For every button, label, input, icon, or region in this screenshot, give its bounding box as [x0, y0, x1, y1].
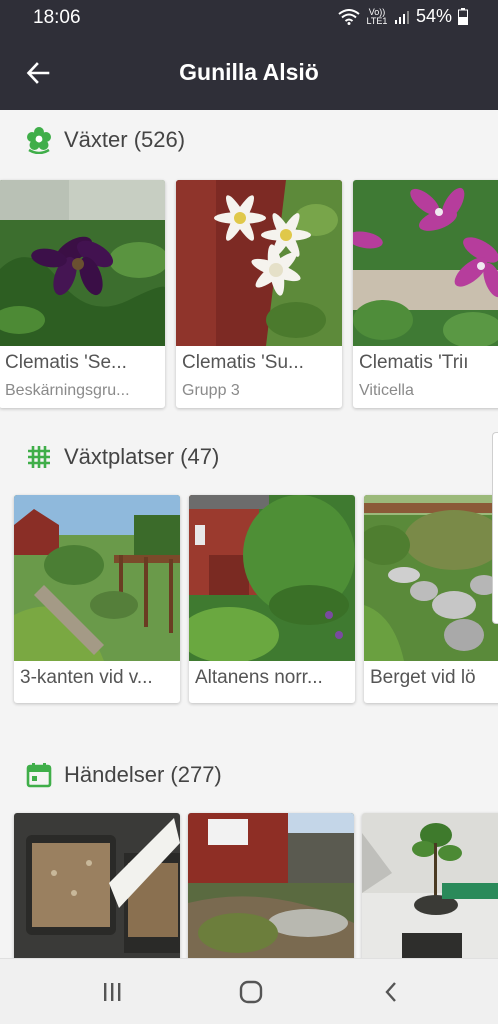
places-section-title: Växtplatser (47): [64, 444, 220, 469]
plants-section-title: Växter (526): [64, 127, 186, 152]
page-title: Gunilla Alsiö: [179, 59, 319, 85]
place-photo: [364, 495, 498, 661]
signal-icon: [394, 10, 409, 24]
plant-photo: [353, 180, 498, 346]
plant-card[interactable]: Clematis 'Su... Grupp 3: [176, 180, 342, 408]
network-label: Vo)) LTE1: [366, 6, 388, 26]
home-icon: [239, 980, 263, 1004]
wifi-icon: [338, 8, 360, 25]
place-card[interactable]: Berget vid lö: [364, 495, 498, 703]
event-photo: [14, 813, 180, 963]
plant-group: Grupp 3: [182, 382, 240, 399]
plant-name: Clematis 'Triı: [359, 352, 469, 373]
app-bar: Gunilla Alsiö: [0, 36, 498, 110]
home-button[interactable]: [231, 977, 271, 1007]
event-card[interactable]: [14, 813, 180, 963]
system-back-button[interactable]: [371, 977, 411, 1007]
place-name: Altanens norr...: [195, 667, 323, 688]
plant-group: Viticella: [359, 382, 414, 399]
event-photo: [362, 813, 498, 963]
battery-percent: 54%: [415, 6, 452, 26]
event-card[interactable]: [188, 813, 354, 963]
plant-card[interactable]: Clematis 'Triı Viticella: [353, 180, 498, 408]
plant-name: Clematis 'Se...: [5, 352, 127, 373]
plant-name: Clematis 'Su...: [182, 352, 304, 373]
chevron-left-icon: [385, 982, 396, 1002]
plant-photo: [0, 180, 165, 346]
plant-photo: [176, 180, 342, 346]
recent-apps-icon: [104, 983, 121, 1001]
flower-icon: [27, 127, 51, 154]
recent-apps-button[interactable]: [92, 977, 132, 1007]
event-photo: [188, 813, 354, 963]
place-photo: [14, 495, 180, 661]
place-card[interactable]: 3-kanten vid v...: [14, 495, 180, 703]
plant-group: Beskärningsgru...: [5, 382, 130, 399]
event-card[interactable]: [362, 813, 498, 963]
events-section-header[interactable]: Händelser (277): [26, 762, 222, 788]
battery-icon: [458, 8, 468, 25]
calendar-icon: [26, 763, 52, 788]
place-name: 3-kanten vid v...: [20, 667, 153, 688]
grid-icon: [28, 446, 50, 468]
plants-section-header[interactable]: Växter (526): [26, 126, 185, 154]
status-time: 18:06: [33, 7, 81, 28]
events-section-title: Händelser (277): [64, 762, 222, 787]
place-photo: [189, 495, 355, 661]
system-nav-bar: [0, 958, 498, 1024]
place-name: Berget vid lö: [370, 667, 476, 688]
places-section-header[interactable]: Växtplatser (47): [26, 444, 219, 470]
place-card[interactable]: Altanens norr...: [189, 495, 355, 703]
status-bar: 18:06 Vo)) LTE1 54%: [0, 0, 498, 36]
scroll-handle[interactable]: [492, 432, 498, 624]
plant-card[interactable]: Clematis 'Se... Beskärningsgru...: [0, 180, 165, 408]
status-icons: Vo)) LTE1 54%: [338, 6, 468, 27]
